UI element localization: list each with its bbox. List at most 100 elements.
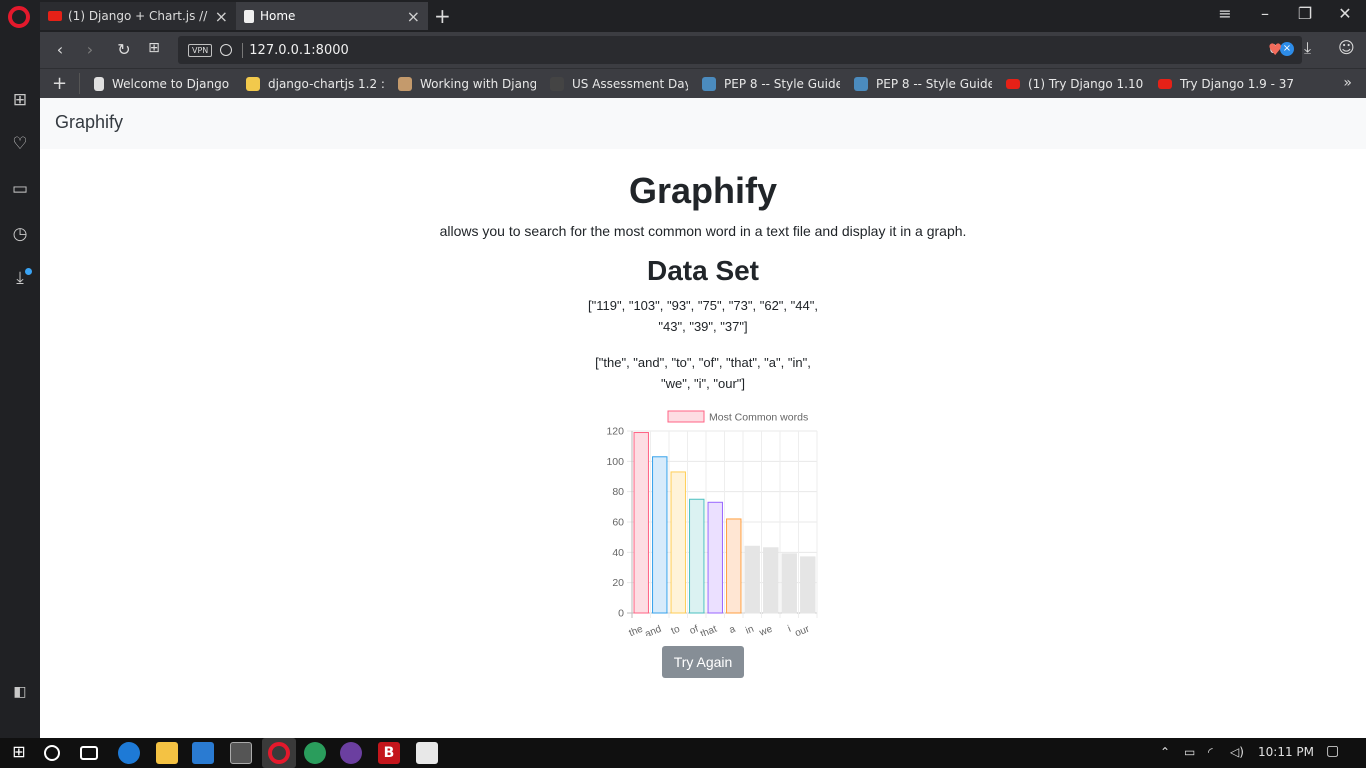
youtube-icon (48, 11, 62, 21)
bookmark-label: PEP 8 -- Style Guide (724, 76, 840, 91)
file-explorer-icon[interactable] (156, 742, 178, 764)
github-icon[interactable] (340, 742, 362, 764)
bookmark-label: US Assessment Day Q (572, 76, 688, 91)
bookmark-item[interactable]: Working with Django (398, 76, 536, 91)
tagline: allows you to search for the most common… (439, 223, 967, 239)
bar (670, 471, 686, 614)
url-field[interactable]: VPN 127.0.0.1:8000 0 × (178, 36, 1302, 64)
bar (707, 501, 723, 614)
tab-django-chartjs[interactable]: (1) Django + Chart.js // Le × (40, 2, 236, 30)
python-icon (702, 76, 716, 91)
app-icon[interactable] (304, 742, 326, 764)
bookmarks-icon[interactable]: ♡ (8, 134, 32, 154)
web-page: Graphify Graphify allows you to search f… (40, 98, 1366, 738)
python-icon (246, 76, 260, 91)
tabs-icon[interactable]: ▭ (8, 179, 32, 199)
opera-icon[interactable] (268, 742, 290, 764)
avatar-icon (398, 76, 412, 91)
close-tab-icon[interactable]: × (215, 7, 228, 26)
bookmark-item[interactable]: Welcome to Django (94, 76, 232, 91)
close-window-button[interactable]: ✕ (1330, 4, 1360, 23)
bookmark-item[interactable]: US Assessment Day Q (550, 76, 688, 91)
x-tick-label: i (786, 624, 792, 635)
b-app-icon[interactable]: B (378, 742, 400, 764)
bookmark-label: Welcome to Django (112, 76, 230, 91)
close-tab-icon[interactable]: × (407, 7, 420, 26)
x-tick-label: and (643, 624, 663, 636)
speed-dial-icon[interactable]: ⊞ (8, 90, 32, 110)
y-tick-label: 40 (612, 547, 624, 559)
bookmark-label: (1) Try Django 1.10 - (1028, 76, 1144, 91)
clock[interactable]: 10:11 PM (1258, 745, 1314, 759)
notifications-icon[interactable]: ▢ (1326, 743, 1339, 759)
edge-icon[interactable] (118, 742, 140, 764)
bookmark-item[interactable]: (1) Try Django 1.10 - (1006, 77, 1144, 91)
toggle-sidebar-icon[interactable]: ◧ (8, 684, 32, 700)
bookmarks-overflow-button[interactable]: » (1343, 75, 1352, 91)
opera-logo-icon[interactable] (8, 6, 30, 28)
dataset-values: ["119", "103", "93", "75", "73", "62", "… (588, 298, 818, 334)
y-tick-label: 100 (606, 456, 624, 468)
bookmark-item[interactable]: django-chartjs 1.2 : P (246, 76, 384, 91)
y-tick-label: 20 (612, 577, 624, 589)
dataset-words: ["the", "and", "to", "of", "that", "a", … (595, 355, 811, 391)
windows-start-icon[interactable]: ⊞ (8, 742, 30, 764)
account-icon[interactable]: ☺ (1338, 38, 1355, 57)
tab-menu-icon[interactable]: ≡ (1210, 4, 1240, 23)
tab-label: Home (260, 9, 296, 23)
y-tick-label: 0 (618, 608, 624, 620)
vscode-icon[interactable] (192, 742, 214, 764)
bar (763, 547, 779, 614)
show-hidden-icons[interactable]: ⌃ (1160, 745, 1170, 759)
bar (726, 518, 742, 614)
site-icon (550, 76, 564, 91)
mail-icon[interactable] (416, 742, 438, 764)
bookmark-label: django-chartjs 1.2 : P (268, 76, 384, 91)
notification-dot (25, 268, 32, 275)
bookmark-item[interactable]: Try Django 1.9 - 37 o (1158, 77, 1296, 91)
task-view-icon[interactable] (80, 746, 98, 760)
history-icon[interactable]: ◷ (8, 224, 32, 244)
terminal-icon[interactable] (230, 742, 252, 764)
reload-button[interactable]: ↻ (114, 40, 134, 59)
navbar-brand[interactable]: Graphify (55, 112, 123, 132)
bookmark-item[interactable]: PEP 8 -- Style Guide (854, 76, 992, 91)
youtube-icon (1158, 78, 1172, 89)
youtube-icon (1006, 78, 1020, 89)
new-tab-button[interactable]: + (434, 4, 451, 28)
back-button[interactable]: ‹ (50, 40, 70, 59)
bar (744, 545, 760, 614)
try-again-button[interactable]: Try Again (662, 646, 744, 678)
add-bookmark-button[interactable]: + (40, 73, 80, 94)
bar-chart: Most Common words 0 20 40 60 80 100 120 the and to… (597, 406, 825, 640)
speed-dial-icon[interactable]: ⊞ (144, 40, 164, 56)
tab-label: (1) Django + Chart.js // Le (68, 9, 209, 23)
page-icon (244, 9, 254, 23)
bookmark-label: PEP 8 -- Style Guide (876, 76, 992, 91)
bar (652, 456, 668, 614)
bar (689, 498, 705, 614)
bar (781, 553, 797, 614)
forward-button[interactable]: › (80, 40, 100, 59)
bar-chart-svg: Most Common words020406080100120theand to… (606, 410, 818, 640)
y-tick-label: 60 (612, 517, 624, 529)
wifi-icon[interactable]: ◜ (1208, 745, 1213, 759)
x-tick-label: to (670, 624, 682, 636)
restore-button[interactable]: ❐ (1290, 4, 1320, 23)
x-tick-label: a (728, 624, 738, 636)
x-tick-label: our (794, 623, 812, 636)
vpn-badge[interactable]: VPN (188, 43, 213, 57)
volume-icon[interactable]: ◁) (1230, 745, 1244, 759)
bookmark-item[interactable]: PEP 8 -- Style Guide (702, 76, 840, 91)
minimize-button[interactable]: – (1250, 4, 1280, 23)
legend-swatch (667, 410, 705, 423)
tab-home[interactable]: Home × (236, 2, 428, 30)
url-text: 127.0.0.1:8000 (242, 42, 349, 58)
download-icon[interactable]: ⤓ (1304, 38, 1311, 58)
x-tick-label: we (757, 624, 774, 636)
battery-icon[interactable]: ▭ (1184, 745, 1195, 759)
heart-icon[interactable]: ♥ (1268, 40, 1282, 59)
bar (633, 432, 649, 614)
browser-sidebar: ⊞ ♡ ▭ ◷ ⤓ ◧ (0, 32, 40, 738)
search-icon[interactable] (44, 745, 60, 761)
